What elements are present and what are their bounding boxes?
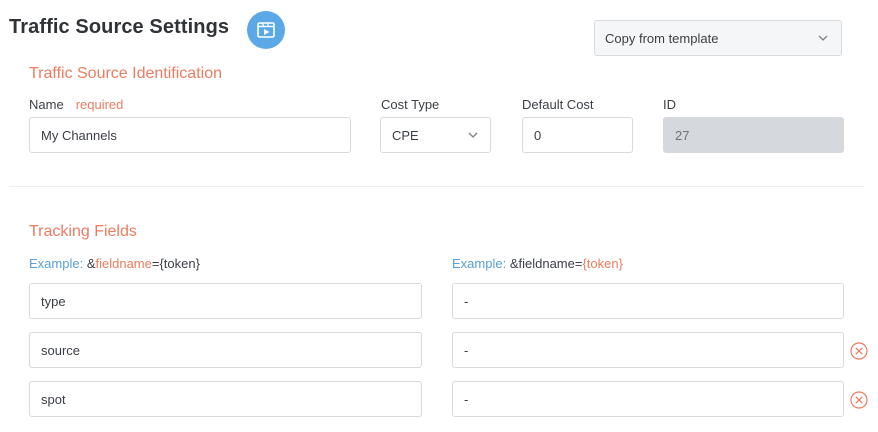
cost-type-label: Cost Type [381, 97, 440, 112]
name-label: Name required [29, 97, 123, 112]
tracking-field-name: type [41, 293, 66, 309]
example-left-amp: & [83, 256, 96, 271]
id-field: 27 [663, 117, 844, 153]
copy-from-template-select[interactable]: Copy from template [594, 20, 842, 56]
tracking-field-name: spot [41, 391, 66, 407]
example-right-amp: & [506, 256, 519, 271]
tracking-field-value: - [464, 342, 469, 358]
tracking-field-name-input[interactable]: type [29, 283, 422, 319]
example-right-name: fieldname [518, 256, 575, 271]
video-icon[interactable] [247, 11, 285, 49]
page-title: Traffic Source Settings [9, 16, 230, 38]
name-input[interactable]: My Channels [29, 117, 351, 153]
identification-section-title: Traffic Source Identification [29, 65, 222, 82]
tracking-field-value-input[interactable]: - [452, 381, 844, 417]
section-divider [9, 186, 864, 187]
tracking-field-value: - [464, 293, 469, 309]
name-label-text: Name [29, 97, 64, 112]
required-badge: required [75, 97, 124, 112]
cost-type-select[interactable]: CPE [380, 117, 491, 153]
id-value: 27 [675, 127, 690, 143]
example-right: Example: &fieldname={token} [452, 256, 623, 271]
remove-circle-icon[interactable] [850, 391, 868, 409]
default-cost-label: Default Cost [522, 97, 594, 112]
tracking-section-title: Tracking Fields [29, 223, 137, 240]
tracking-field-value: - [464, 391, 469, 407]
tracking-field-value-input[interactable]: - [452, 283, 844, 319]
tracking-field-name-input[interactable]: spot [29, 381, 422, 417]
tracking-field-name: source [41, 342, 81, 358]
default-cost-value: 0 [534, 127, 542, 143]
cost-type-value: CPE [392, 127, 419, 143]
example-right-token: {token} [582, 256, 623, 271]
example-left: Example: &fieldname={token} [29, 256, 200, 271]
remove-circle-icon[interactable] [850, 342, 868, 360]
example-left-name: fieldname [95, 256, 152, 271]
name-input-value: My Channels [41, 127, 117, 143]
tracking-field-name-input[interactable]: source [29, 332, 422, 368]
example-left-token: {token} [159, 256, 200, 271]
template-select-label: Copy from template [605, 30, 719, 46]
id-label: ID [663, 97, 676, 112]
example-right-prefix: Example: [452, 256, 507, 271]
example-left-prefix: Example: [29, 256, 84, 271]
tracking-field-value-input[interactable]: - [452, 332, 844, 368]
traffic-source-settings-page: Traffic Source Settings Copy from templa… [0, 0, 878, 432]
chevron-down-icon [467, 129, 479, 141]
chevron-down-icon [817, 32, 829, 44]
default-cost-input[interactable]: 0 [522, 117, 633, 153]
